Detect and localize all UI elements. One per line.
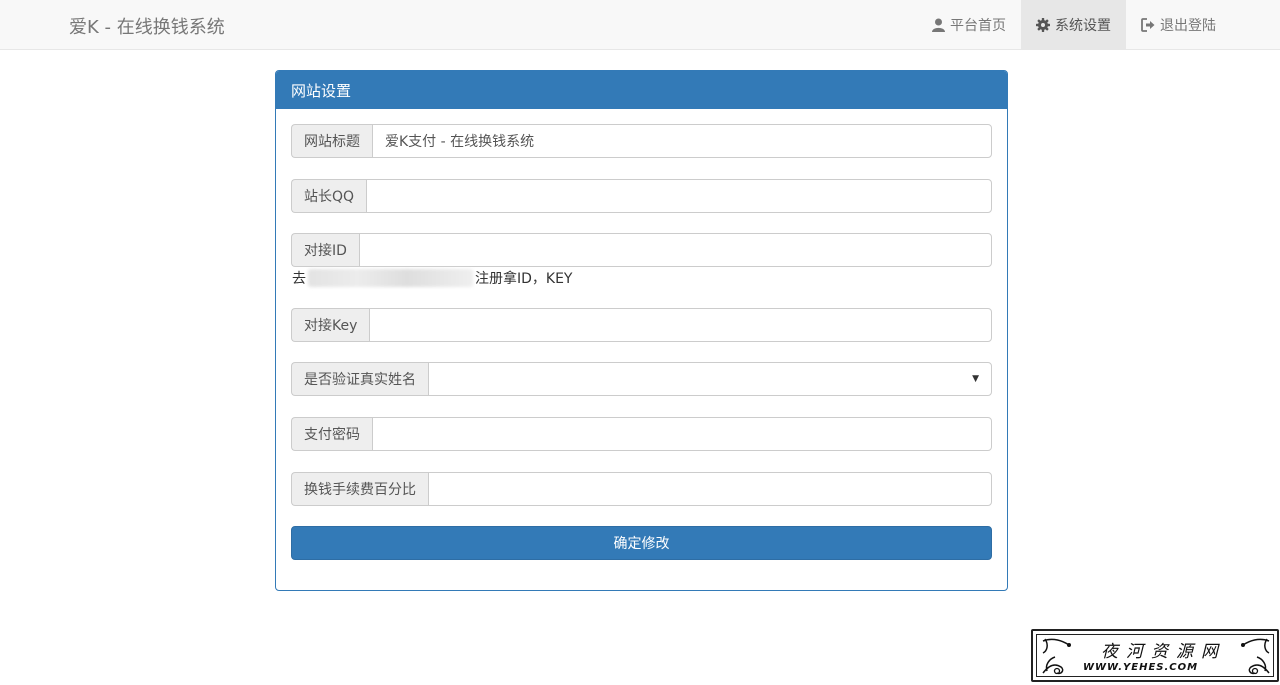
redacted-link[interactable]	[308, 269, 473, 287]
api-help-text: 去 注册拿ID，KEY	[292, 268, 573, 288]
verify-realname-select[interactable]: ▼	[428, 362, 992, 396]
help-prefix: 去	[292, 271, 306, 287]
nav-logout[interactable]: 退出登陆	[1126, 0, 1226, 49]
nav-label: 退出登陆	[1160, 17, 1216, 34]
pay-password-label: 支付密码	[291, 417, 372, 451]
nav-label: 平台首页	[950, 17, 1006, 34]
admin-qq-input[interactable]	[366, 179, 992, 213]
confirm-button[interactable]: 确定修改	[291, 526, 992, 560]
site-title-input[interactable]: 爱K支付 - 在线换钱系统	[372, 124, 992, 158]
flourish-right-icon	[1241, 638, 1270, 675]
watermark-url: WWW.YEHES.COM	[1083, 662, 1199, 673]
verify-realname-label: 是否验证真实姓名	[291, 362, 428, 396]
fee-percent-input[interactable]	[428, 472, 992, 506]
api-key-label: 对接Key	[291, 308, 370, 342]
admin-qq-label: 站长QQ	[291, 179, 367, 213]
panel-heading: 网站设置	[276, 71, 1007, 109]
api-key-input[interactable]	[369, 308, 992, 342]
user-icon	[931, 18, 945, 32]
flourish-left-icon	[1042, 638, 1071, 675]
top-navbar: 爱K - 在线换钱系统 平台首页 系统设置 退出登陆	[0, 0, 1280, 50]
admin-qq-group: 站长QQ	[291, 179, 992, 213]
pay-password-input[interactable]	[372, 417, 992, 451]
api-id-label: 对接ID	[291, 233, 359, 267]
site-title-group: 网站标题 爱K支付 - 在线换钱系统	[291, 124, 992, 158]
brand-title[interactable]: 爱K - 在线换钱系统	[69, 13, 225, 39]
fee-percent-label: 换钱手续费百分比	[291, 472, 428, 506]
api-key-group: 对接Key	[291, 308, 992, 342]
fee-percent-group: 换钱手续费百分比	[291, 472, 992, 506]
nav-platform-home[interactable]: 平台首页	[916, 0, 1021, 49]
site-title-label: 网站标题	[291, 124, 372, 158]
watermark-logo: 夜河资源网 WWW.YEHES.COM	[1031, 629, 1279, 682]
help-suffix: 注册拿ID，KEY	[475, 271, 573, 287]
sign-out-icon	[1141, 17, 1155, 32]
pay-password-group: 支付密码	[291, 417, 992, 451]
verify-realname-group: 是否验证真实姓名 ▼	[291, 362, 992, 396]
gear-icon	[1036, 17, 1050, 32]
nav-label: 系统设置	[1055, 17, 1111, 34]
watermark-title: 夜河资源网	[1101, 642, 1226, 662]
nav-system-settings[interactable]: 系统设置	[1021, 0, 1126, 49]
caret-down-icon: ▼	[972, 374, 979, 384]
api-id-group: 对接ID	[291, 233, 992, 267]
api-id-input[interactable]	[358, 233, 992, 267]
